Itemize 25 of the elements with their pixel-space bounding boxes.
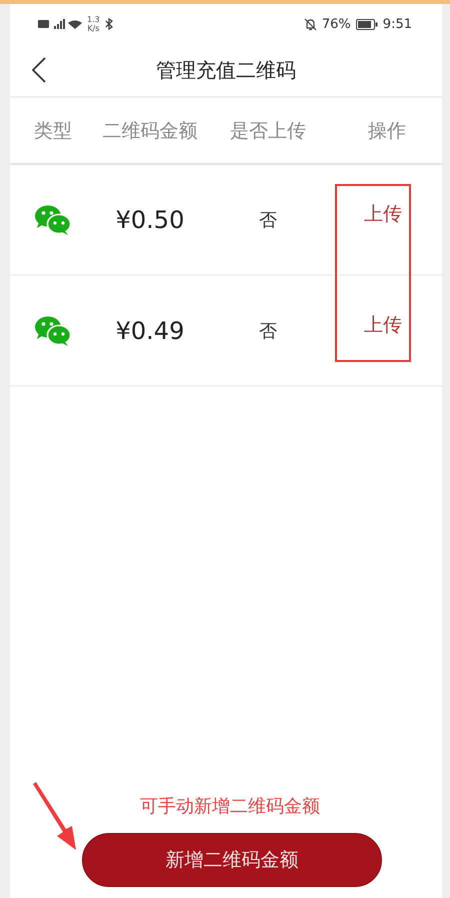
chat-bubbles-icon [34, 316, 72, 346]
mute-bell-icon [304, 18, 317, 30]
battery-percent: 76% [322, 16, 351, 32]
chat-bubbles-icon [34, 204, 72, 234]
column-header: 类型 [34, 118, 72, 144]
signal-wifi-icon [38, 18, 82, 30]
upload-link[interactable]: 上传 [364, 312, 402, 338]
hint-text: 可手动新增二维码金额 [139, 795, 320, 818]
amount-cell: ¥0.50 [116, 206, 184, 234]
column-header: 是否上传 [230, 118, 306, 144]
bluetooth-icon [104, 18, 113, 30]
page-title: 管理充值二维码 [155, 56, 297, 84]
network-speed: 1.3 [87, 15, 100, 24]
upload-link[interactable]: 上传 [364, 200, 402, 226]
back-button[interactable] [32, 57, 46, 83]
amount-cell: ¥0.49 [116, 316, 184, 344]
upload-status-cell-text: 否 [259, 208, 277, 232]
battery-icon [356, 18, 378, 30]
column-header: 操作 [368, 118, 406, 144]
upload-status-cell-text: 否 [259, 320, 277, 342]
add-qr-amount-button[interactable]: 新增二维码金额 [82, 833, 382, 887]
column-header: 二维码金额 [102, 118, 198, 144]
back-chevron-icon [32, 57, 46, 83]
speed-unit: K/s [87, 24, 100, 33]
clock-time: 9:51 [382, 16, 412, 32]
